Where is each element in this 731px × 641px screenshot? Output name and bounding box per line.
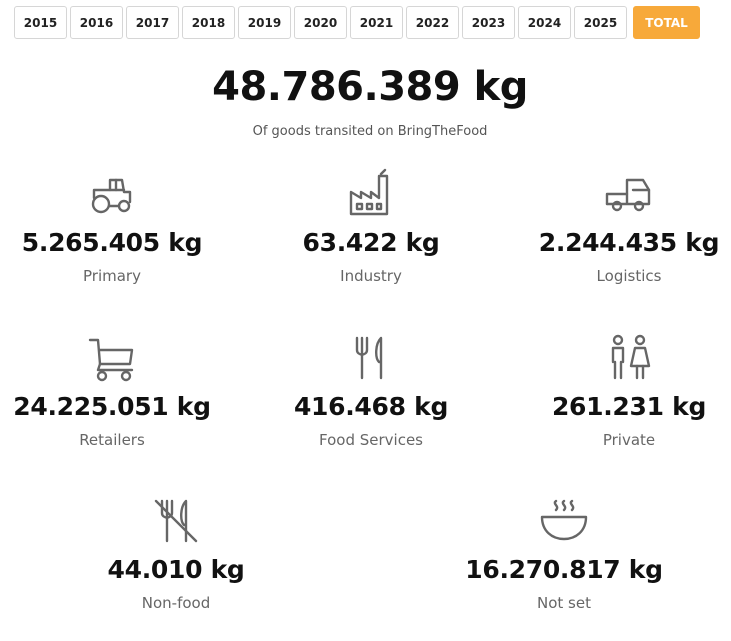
tab-2016[interactable]: 2016 [70,6,123,39]
year-tabs: 2015 2016 2017 2018 2019 2020 2021 2022 … [14,6,700,39]
tab-2015[interactable]: 2015 [14,6,67,39]
stat-food-services-label: Food Services [319,431,423,449]
tab-2018[interactable]: 2018 [182,6,235,39]
tractor-icon [86,168,138,220]
stat-primary-value: 5.265.405 kg [21,228,203,257]
stat-not-set-value: 16.270.817 kg [465,555,663,584]
stat-industry-value: 63.422 kg [302,228,440,257]
stat-non-food-value: 44.010 kg [107,555,245,584]
statistics-page: 2015 2016 2017 2018 2019 2020 2021 2022 … [0,0,731,641]
fork-knife-icon [345,332,397,384]
stat-retailers-value: 24.225.051 kg [13,392,211,421]
total-subtitle: Of goods transited on BringTheFood [252,124,488,139]
shopping-cart-icon [86,332,138,384]
stat-non-food-label: Non-food [141,594,211,612]
stat-primary-label: Primary [83,267,141,285]
hot-bowl-icon [538,495,590,547]
stat-private-value: 261.231 kg [551,392,707,421]
truck-icon [603,168,655,220]
factory-icon [345,168,397,220]
stat-not-set: 16.270.817 kg Not set [452,495,676,612]
stat-not-set-label: Not set [537,594,591,612]
stat-logistics: 2.244.435 kg Logistics [517,168,731,285]
stat-non-food: 44.010 kg Non-food [64,495,288,612]
stat-food-services: 416.468 kg Food Services [259,332,483,449]
people-icon [603,332,655,384]
tab-2021[interactable]: 2021 [350,6,403,39]
tab-2024[interactable]: 2024 [518,6,571,39]
stat-retailers: 24.225.051 kg Retailers [0,332,224,449]
tab-total[interactable]: TOTAL [633,6,700,39]
stat-retailers-label: Retailers [79,431,145,449]
stat-food-services-value: 416.468 kg [293,392,449,421]
tab-2023[interactable]: 2023 [462,6,515,39]
stat-primary: 5.265.405 kg Primary [0,168,224,285]
tab-2017[interactable]: 2017 [126,6,179,39]
stat-industry-label: Industry [340,267,402,285]
tab-2025[interactable]: 2025 [574,6,627,39]
tab-2022[interactable]: 2022 [406,6,459,39]
tab-2019[interactable]: 2019 [238,6,291,39]
stat-logistics-label: Logistics [596,267,662,285]
no-food-icon [150,495,202,547]
stat-industry: 63.422 kg Industry [259,168,483,285]
stat-private: 261.231 kg Private [517,332,731,449]
stat-private-label: Private [602,431,656,449]
total-weight: 48.786.389 kg [212,64,528,110]
tab-2020[interactable]: 2020 [294,6,347,39]
stat-logistics-value: 2.244.435 kg [538,228,720,257]
